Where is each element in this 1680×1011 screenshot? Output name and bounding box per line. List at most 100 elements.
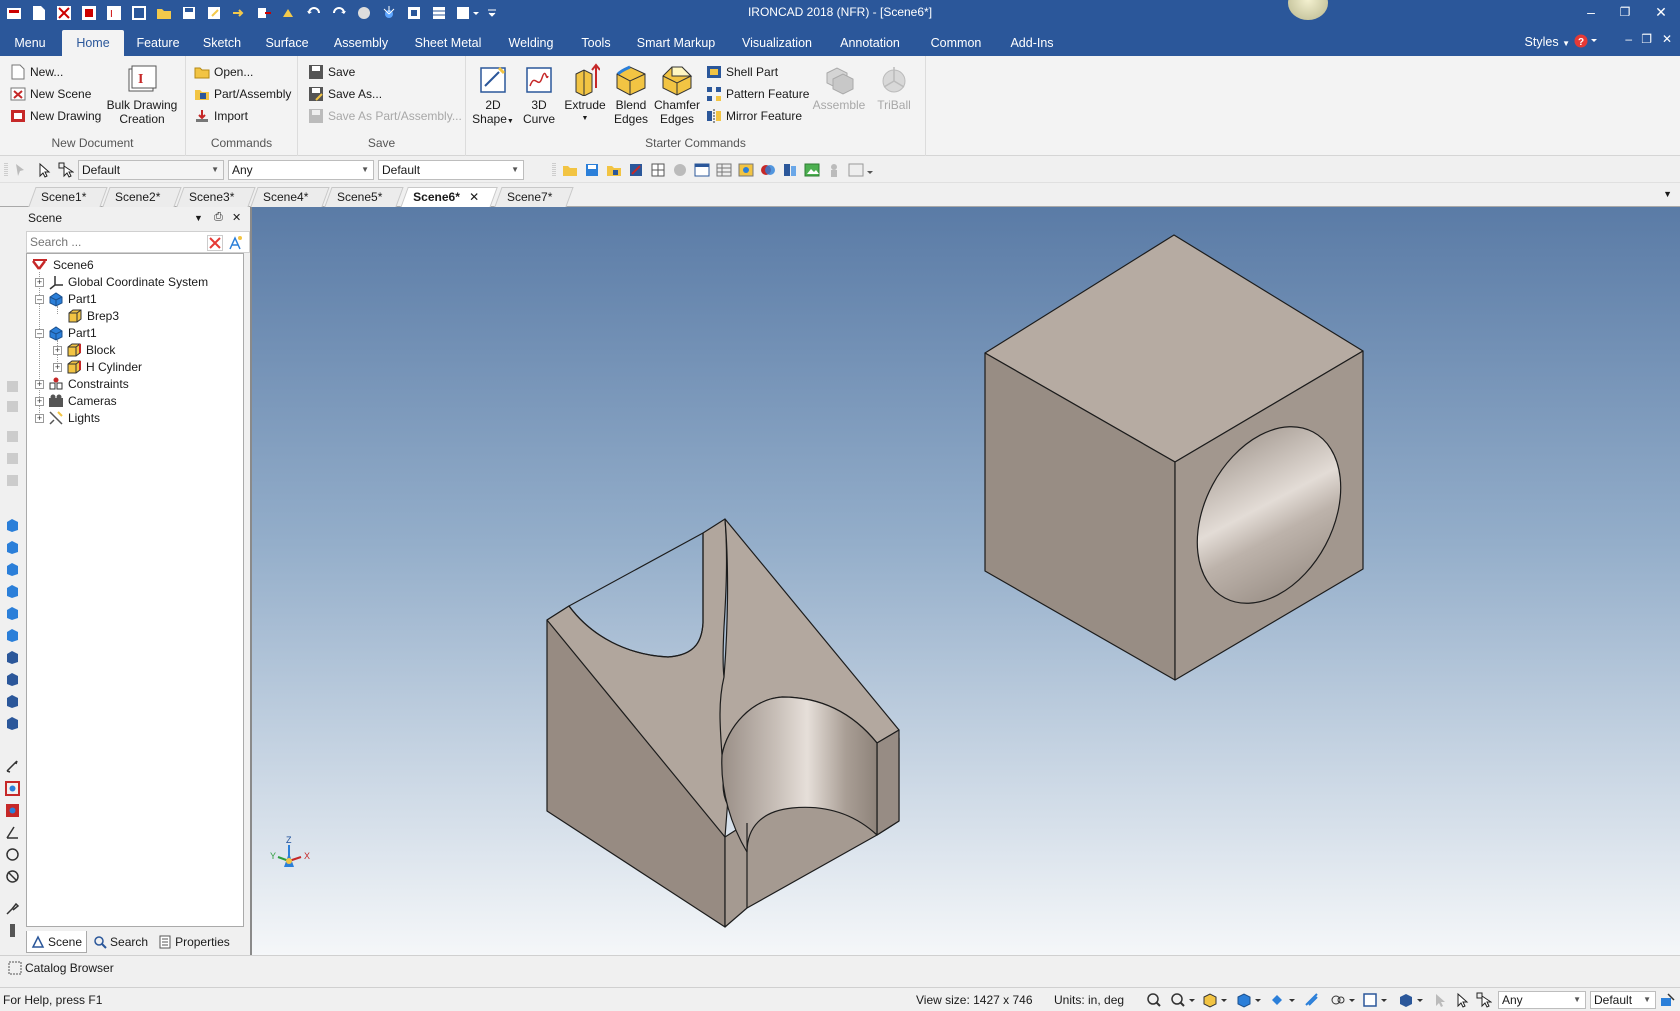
save-part-icon[interactable] (628, 162, 644, 178)
display-style-icon[interactable] (1362, 992, 1390, 1008)
view-left-icon[interactable] (5, 561, 20, 576)
save-as-part-button[interactable]: Save As Part/Assembly... (308, 106, 462, 126)
clear-search-icon[interactable] (207, 235, 223, 251)
minimize-button[interactable]: – (1574, 0, 1608, 26)
tab-visualization[interactable]: Visualization (734, 30, 820, 56)
panel-dropdown-icon[interactable]: ▼ (194, 213, 203, 223)
figure-icon[interactable] (826, 162, 842, 178)
view-back-icon[interactable] (5, 539, 20, 554)
panel-tab-properties[interactable]: Properties (154, 931, 234, 953)
mirror-feature-button[interactable]: Mirror Feature (706, 106, 802, 126)
view-faded-icon-4[interactable] (5, 451, 20, 466)
tab-assembly[interactable]: Assembly (328, 30, 394, 56)
tab-annotation[interactable]: Annotation (832, 30, 908, 56)
restore-button[interactable]: ❐ (1608, 0, 1642, 26)
tab-common[interactable]: Common (922, 30, 990, 56)
collapse-icon[interactable]: – (35, 294, 44, 304)
section-view-icon[interactable] (5, 781, 20, 796)
new-button[interactable]: New... (10, 62, 63, 82)
tab-scene3[interactable]: Scene3* (176, 187, 256, 207)
extrude-button[interactable]: Extrude ▼ (562, 62, 608, 126)
no-rotate-icon[interactable] (5, 869, 20, 884)
tab-home[interactable]: Home (62, 30, 124, 56)
tree-item-constraints[interactable]: + Constraints (35, 375, 129, 393)
import-button[interactable]: Import (194, 106, 248, 126)
new-scene-button[interactable]: New Scene (10, 84, 91, 104)
tree-item-scene6[interactable]: Scene6 (31, 256, 94, 274)
select-cursor-icon[interactable] (1454, 992, 1470, 1008)
zoom-icon[interactable] (1170, 992, 1196, 1008)
status-style-combo[interactable]: Default ▼ (1590, 991, 1656, 1009)
styles-menu[interactable]: Styles ▼ (1525, 35, 1570, 49)
shading-icon[interactable] (1330, 992, 1356, 1008)
viewport-canvas[interactable]: Z X Y (252, 207, 1680, 955)
select-part-icon[interactable] (58, 162, 74, 178)
close-tab-icon[interactable]: ✕ (469, 188, 479, 206)
search-options-icon[interactable] (227, 235, 243, 251)
view-right-icon[interactable] (5, 583, 20, 598)
render-mode-icon[interactable] (1202, 992, 1228, 1008)
tab-add-ins[interactable]: Add-Ins (1002, 30, 1062, 56)
angle-icon[interactable] (5, 825, 20, 840)
view-window-icon[interactable] (694, 162, 710, 178)
scene-search-input[interactable] (27, 232, 203, 252)
help-icon[interactable]: ? (1574, 33, 1598, 49)
sphere-icon[interactable] (672, 162, 688, 178)
tab-surface[interactable]: Surface (258, 30, 316, 56)
view-faded-icon-1[interactable] (5, 379, 20, 394)
expand-icon[interactable]: + (35, 277, 44, 287)
expand-icon[interactable]: + (35, 413, 44, 423)
expand-icon[interactable]: + (35, 396, 44, 406)
catalog-grid-icon[interactable] (650, 162, 666, 178)
save-as-button[interactable]: Save As... (308, 84, 382, 104)
tree-item-cameras[interactable]: + Cameras (35, 392, 117, 410)
collapse-icon[interactable]: – (35, 328, 44, 338)
entity-filter-combo[interactable]: Any ▼ (228, 160, 374, 180)
lights-icon[interactable] (782, 162, 798, 178)
tree-item-block[interactable]: + Block (53, 341, 115, 359)
tab-scene6[interactable]: Scene6* ✕ (400, 187, 498, 208)
chamfer-edges-button[interactable]: Chamfer Edges (654, 62, 700, 126)
shell-part-button[interactable]: Shell Part (706, 62, 778, 82)
open-button[interactable]: Open... (194, 62, 253, 82)
panel-tab-scene[interactable]: Scene (26, 931, 88, 953)
expand-icon[interactable]: + (53, 362, 62, 372)
close-button[interactable]: ✕ (1644, 0, 1678, 26)
select-face-icon[interactable] (1476, 992, 1492, 1008)
ribbon-close-icon[interactable]: ✕ (1662, 32, 1672, 46)
panel-tab-search[interactable]: Search (89, 931, 152, 953)
panel-pin-icon[interactable]: ⎙ (214, 211, 223, 224)
table-icon[interactable] (716, 162, 732, 178)
part-display-icon[interactable] (1398, 992, 1424, 1008)
tab-smart-markup[interactable]: Smart Markup (632, 30, 720, 56)
tab-scene2[interactable]: Scene2* (102, 187, 182, 207)
tree-item-brep3[interactable]: Brep3 (67, 307, 119, 325)
selection-filter-combo[interactable]: Default ▼ (78, 160, 224, 180)
view-orient-icon[interactable] (1236, 992, 1262, 1008)
tree-item-global-coordinate-system[interactable]: + Global Coordinate System (35, 273, 208, 291)
select-part-mode-icon[interactable] (1432, 992, 1448, 1008)
panel-close-icon[interactable]: ✕ (232, 211, 241, 224)
tab-scene5[interactable]: Scene5* (324, 187, 404, 207)
new-drawing-button[interactable]: New Drawing (10, 106, 101, 126)
save-button[interactable]: Save (308, 62, 355, 82)
catalog-browser-bar[interactable]: Catalog Browser (0, 955, 1680, 980)
tab-tools[interactable]: Tools (572, 30, 620, 56)
view-top-icon[interactable] (5, 605, 20, 620)
view-faded-icon-3[interactable] (5, 429, 20, 444)
pin-tool-icon[interactable] (5, 901, 20, 916)
view-front-icon[interactable] (5, 517, 20, 532)
2d-shape-button[interactable]: 2D Shape▼ (470, 62, 516, 129)
image-icon[interactable] (804, 162, 820, 178)
save-icon[interactable] (584, 162, 600, 178)
view-bottom-icon[interactable] (5, 627, 20, 642)
measure-icon[interactable] (5, 759, 20, 774)
ribbon-restore-icon[interactable]: ❐ (1641, 32, 1652, 46)
tree-item-part1-b[interactable]: – Part1 (35, 324, 97, 342)
view-iso-icon[interactable] (5, 649, 20, 664)
open-part-icon[interactable] (606, 162, 622, 178)
drawing-view-icon[interactable] (5, 803, 20, 818)
style-combo[interactable]: Default ▼ (378, 160, 524, 180)
triball-button[interactable]: TriBall (870, 62, 918, 112)
wireframe-icon[interactable] (1304, 992, 1320, 1008)
